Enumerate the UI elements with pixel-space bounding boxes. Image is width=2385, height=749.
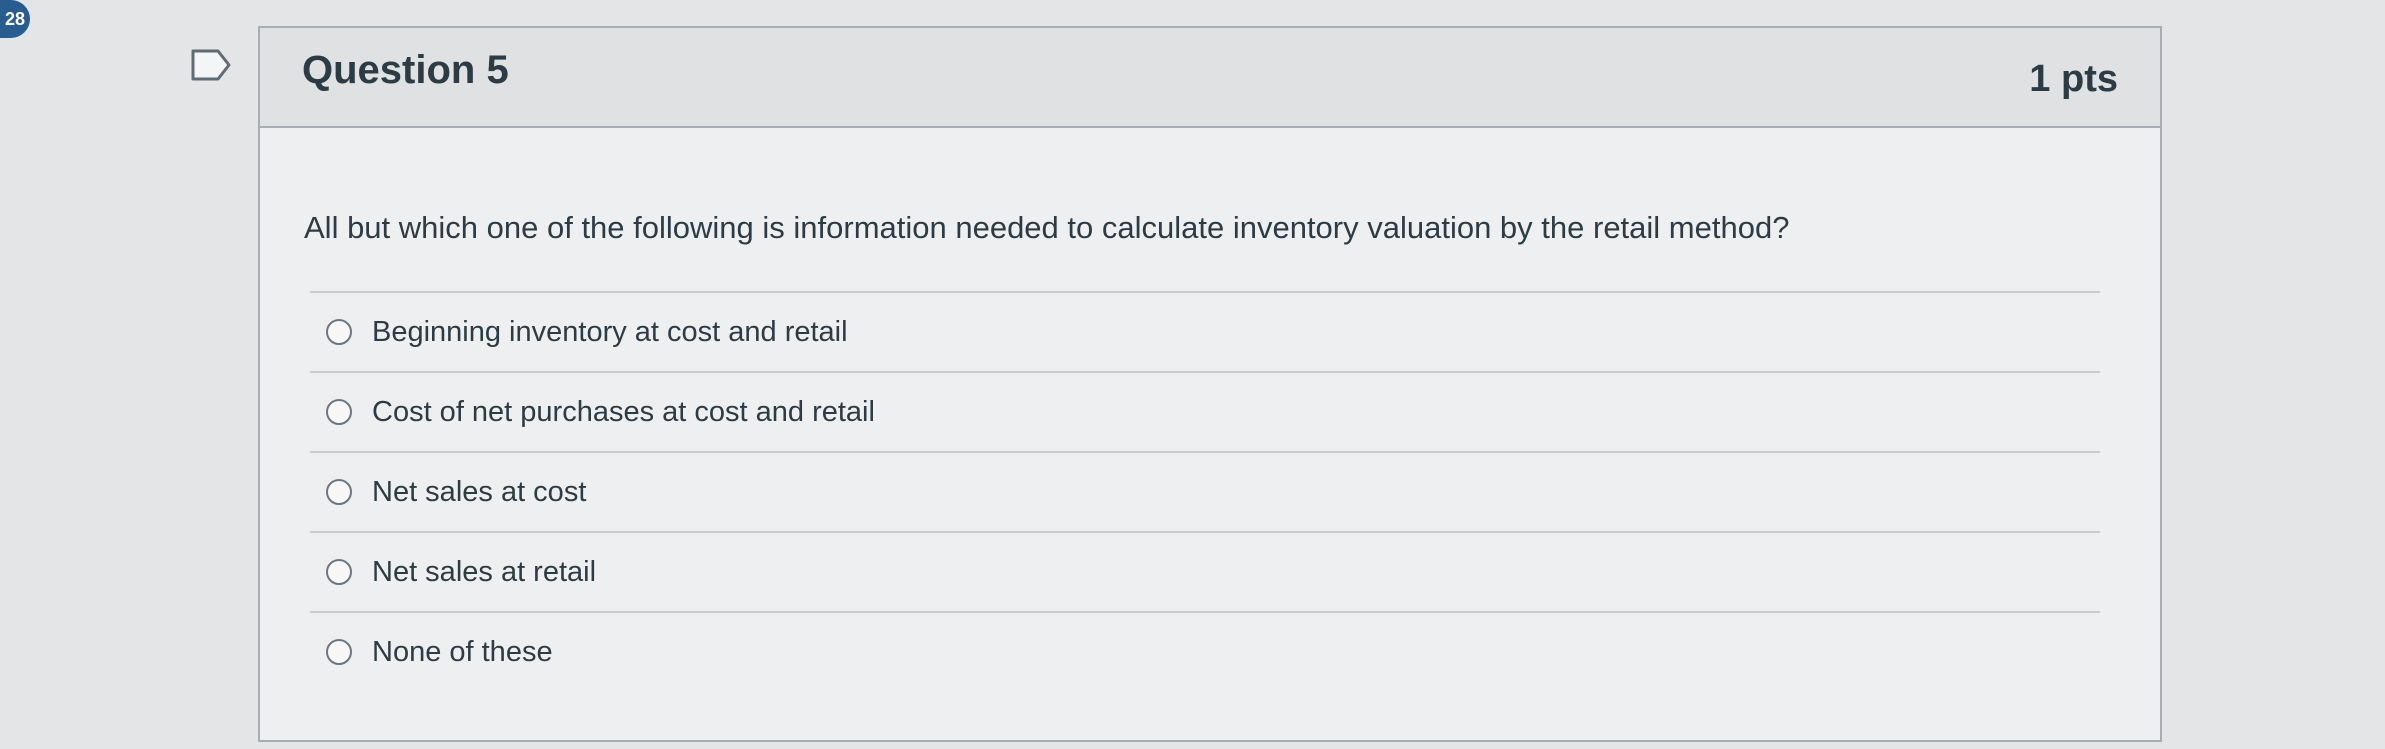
question-body: All but which one of the following is in… [260, 128, 2160, 740]
question-title: Question 5 [302, 48, 509, 92]
answer-label[interactable]: Cost of net purchases at cost and retail [372, 396, 875, 429]
radio-button[interactable] [326, 639, 352, 665]
answer-option[interactable]: Cost of net purchases at cost and retail [310, 371, 2100, 451]
flag-icon[interactable] [190, 48, 232, 82]
answer-label[interactable]: None of these [372, 636, 553, 669]
radio-button[interactable] [326, 399, 352, 425]
question-card: Question 5 1 pts All but which one of th… [258, 26, 2162, 742]
answer-option[interactable]: Net sales at cost [310, 451, 2100, 531]
answer-label[interactable]: Net sales at retail [372, 556, 596, 589]
question-points: 1 pts [2029, 58, 2118, 100]
answer-label[interactable]: Beginning inventory at cost and retail [372, 316, 848, 349]
answer-option[interactable]: None of these [310, 611, 2100, 691]
radio-button[interactable] [326, 319, 352, 345]
question-header: Question 5 1 pts [260, 28, 2160, 128]
question-number-badge: 28 [0, 0, 30, 38]
radio-button[interactable] [326, 559, 352, 585]
answer-list: Beginning inventory at cost and retail C… [310, 291, 2100, 691]
answer-label[interactable]: Net sales at cost [372, 476, 586, 509]
radio-button[interactable] [326, 479, 352, 505]
answer-option[interactable]: Beginning inventory at cost and retail [310, 291, 2100, 371]
answer-option[interactable]: Net sales at retail [310, 531, 2100, 611]
question-text: All but which one of the following is in… [304, 210, 1790, 245]
